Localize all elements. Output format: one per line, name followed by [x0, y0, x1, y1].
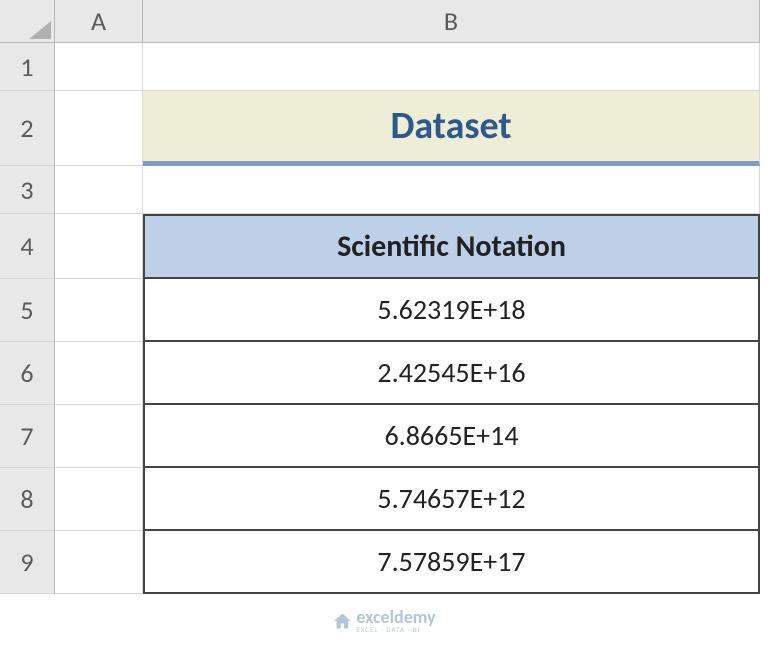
- column-header-a[interactable]: A: [55, 0, 143, 43]
- row-header-8[interactable]: 8: [0, 468, 55, 531]
- cell-b4-table-header[interactable]: Scientific Notation: [143, 214, 760, 279]
- cell-a2[interactable]: [55, 91, 143, 166]
- cell-a4[interactable]: [55, 214, 143, 279]
- cell-b5-data[interactable]: 5.62319E+18: [143, 279, 760, 342]
- watermark-text: exceldemy EXCEL · DATA · BI: [356, 608, 435, 633]
- cell-b2-title[interactable]: Dataset: [143, 91, 760, 166]
- watermark: exceldemy EXCEL · DATA · BI: [332, 608, 435, 633]
- cell-b3[interactable]: [143, 166, 760, 214]
- row-header-6[interactable]: 6: [0, 342, 55, 405]
- cell-a8[interactable]: [55, 468, 143, 531]
- cell-a1[interactable]: [55, 43, 143, 91]
- cell-a5[interactable]: [55, 279, 143, 342]
- watermark-main: exceldemy: [356, 608, 435, 626]
- row-header-4[interactable]: 4: [0, 214, 55, 279]
- cell-b6-data[interactable]: 2.42545E+16: [143, 342, 760, 405]
- row-header-9[interactable]: 9: [0, 531, 55, 594]
- cell-a7[interactable]: [55, 405, 143, 468]
- row-header-3[interactable]: 3: [0, 166, 55, 214]
- cell-b9-data[interactable]: 7.57859E+17: [143, 531, 760, 594]
- cell-b7-data[interactable]: 6.8665E+14: [143, 405, 760, 468]
- house-icon: [332, 611, 352, 631]
- cell-b8-data[interactable]: 5.74657E+12: [143, 468, 760, 531]
- spreadsheet-grid: A B 1 2 Dataset 3 4 Scientific Notation …: [0, 0, 768, 594]
- cell-a6[interactable]: [55, 342, 143, 405]
- row-header-7[interactable]: 7: [0, 405, 55, 468]
- column-header-b[interactable]: B: [143, 0, 760, 43]
- row-header-1[interactable]: 1: [0, 43, 55, 91]
- cell-a9[interactable]: [55, 531, 143, 594]
- row-header-2[interactable]: 2: [0, 91, 55, 166]
- watermark-sub: EXCEL · DATA · BI: [356, 626, 435, 633]
- select-all-corner[interactable]: [0, 0, 55, 43]
- row-header-5[interactable]: 5: [0, 279, 55, 342]
- cell-b1[interactable]: [143, 43, 760, 91]
- cell-a3[interactable]: [55, 166, 143, 214]
